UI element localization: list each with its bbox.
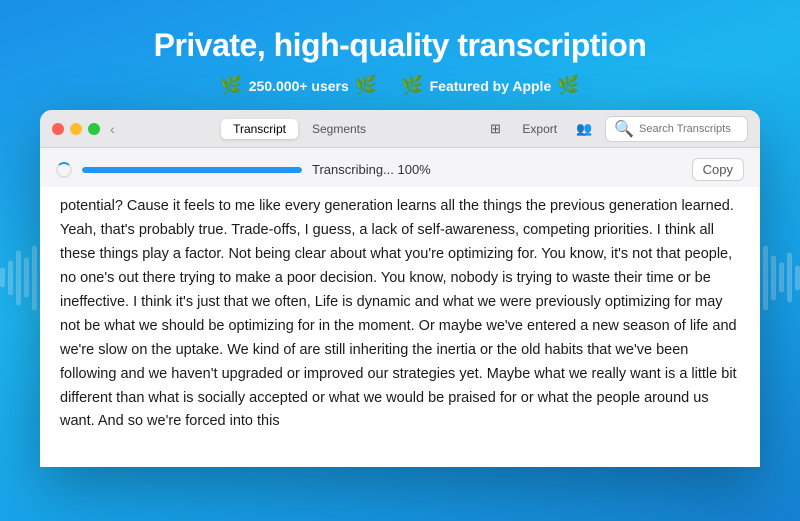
grid-icon[interactable]: ⊞ <box>484 118 506 140</box>
users-badge-text: 250.000+ users <box>249 78 349 94</box>
header: Private, high-quality transcription 🌿 25… <box>0 0 800 110</box>
laurel-right-1: 🌿 <box>355 75 377 96</box>
minimize-button[interactable] <box>70 123 82 135</box>
search-input[interactable] <box>639 123 739 135</box>
transcript-body: potential? Cause it feels to me like eve… <box>40 187 760 467</box>
maximize-button[interactable] <box>88 123 100 135</box>
traffic-lights <box>52 123 100 135</box>
app-window: ‹ Transcript Segments ⊞ Export 👥 🔍 Trans… <box>40 110 760 467</box>
apple-badge-text: Featured by Apple <box>430 78 552 94</box>
tab-transcript[interactable]: Transcript <box>221 119 298 139</box>
progress-container: Transcribing... 100% <box>56 162 692 178</box>
laurel-right-2: 🌿 <box>557 75 579 96</box>
apple-badge: 🌿 Featured by Apple 🌿 <box>401 75 579 96</box>
search-bar[interactable]: 🔍 <box>605 116 748 142</box>
laurel-left-1: 🌿 <box>220 75 242 96</box>
export-button[interactable]: Export <box>516 120 563 138</box>
progress-track <box>82 167 302 173</box>
progress-spinner <box>56 162 72 178</box>
users-icon[interactable]: 👥 <box>573 118 595 140</box>
transcript-text: potential? Cause it feels to me like eve… <box>60 195 740 434</box>
laurel-left-2: 🌿 <box>401 75 423 96</box>
toolbar-right: ⊞ Export 👥 🔍 <box>484 116 748 142</box>
main-title: Private, high-quality transcription <box>0 28 800 63</box>
search-icon: 🔍 <box>614 119 634 139</box>
progress-fill <box>82 167 302 173</box>
badges-row: 🌿 250.000+ users 🌿 🌿 Featured by Apple 🌿 <box>0 75 800 96</box>
progress-area: Transcribing... 100% Copy <box>40 148 760 187</box>
progress-label: Transcribing... 100% <box>312 162 431 177</box>
copy-button[interactable]: Copy <box>692 158 744 181</box>
title-bar: ‹ Transcript Segments ⊞ Export 👥 🔍 <box>40 110 760 148</box>
users-badge: 🌿 250.000+ users 🌿 <box>220 75 377 96</box>
tab-area: Transcript Segments <box>115 119 485 139</box>
close-button[interactable] <box>52 123 64 135</box>
tab-segments[interactable]: Segments <box>300 119 378 139</box>
